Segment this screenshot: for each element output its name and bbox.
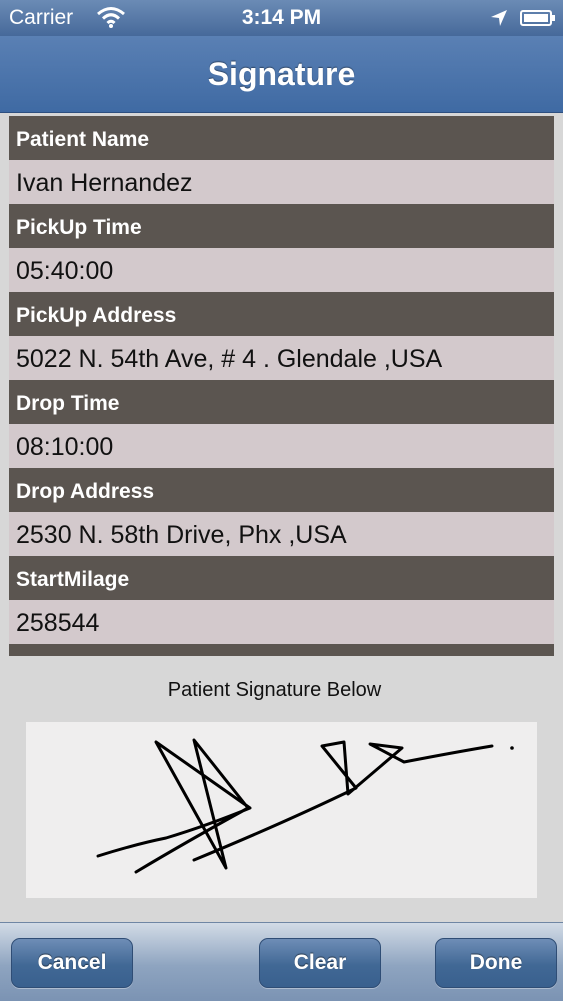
bottom-toolbar: Cancel Clear Done	[0, 922, 563, 1001]
field-value-pickup-address: 5022 N. 54th Ave, # 4 . Glendale ,USA	[9, 336, 554, 380]
field-value-pickup-time: 05:40:00	[9, 248, 554, 292]
field-value-drop-time: 08:10:00	[9, 424, 554, 468]
field-label-drop-address: Drop Address	[9, 468, 554, 512]
location-arrow-icon	[490, 9, 508, 32]
signature-label: Patient Signature Below	[167, 679, 382, 701]
navigation-bar: Signature	[0, 36, 563, 113]
clear-button[interactable]: Clear	[259, 938, 381, 988]
field-value-start-milage: 258544	[9, 600, 554, 644]
field-label-pickup-time: PickUp Time	[9, 204, 554, 248]
battery-icon	[520, 9, 556, 32]
signature-stroke	[96, 738, 514, 874]
field-label-drop-time: Drop Time	[9, 380, 554, 424]
field-label-pickup-address: PickUp Address	[9, 292, 554, 336]
status-bar: Carrier 3:14 PM	[0, 0, 563, 36]
next-field-header-edge	[9, 644, 554, 656]
page-title: Signature	[207, 56, 356, 92]
trip-details[interactable]: Patient Name Ivan Hernandez PickUp Time …	[9, 116, 554, 656]
cancel-button[interactable]: Cancel	[11, 938, 133, 988]
field-label-start-milage: StartMilage	[9, 556, 554, 600]
signature-pad[interactable]	[26, 722, 537, 898]
field-value-patient-name: Ivan Hernandez	[9, 160, 554, 204]
field-label-patient-name: Patient Name	[9, 116, 554, 160]
done-button[interactable]: Done	[435, 938, 557, 988]
field-value-drop-address: 2530 N. 58th Drive, Phx ,USA	[9, 512, 554, 556]
clock: 3:14 PM	[241, 6, 322, 29]
